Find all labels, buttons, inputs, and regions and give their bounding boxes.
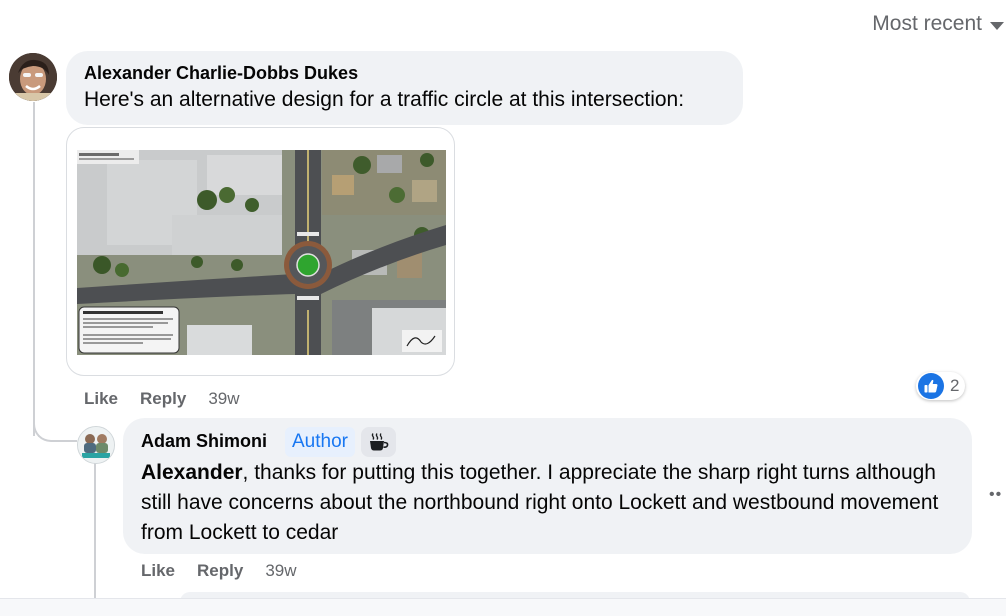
like-button[interactable]: Like [141,561,175,581]
more-options-icon[interactable]: •• [989,486,1002,504]
comment-bubble: Alexander Charlie-Dobbs Dukes Here's an … [66,51,743,125]
comment-text: Alexander, thanks for putting this toget… [141,458,941,548]
thread-connector [33,406,77,442]
author-badge: Author [285,427,355,457]
coffee-icon[interactable] [361,427,396,457]
thread-line-reply [94,462,96,602]
comment-author[interactable]: Adam Shimoni [141,431,267,452]
avatar[interactable] [77,426,115,464]
like-icon [918,373,944,399]
sort-label: Most recent [872,12,982,35]
reaction-count: 2 [950,376,960,395]
comment-timestamp[interactable]: 39w [265,561,296,581]
avatar[interactable] [9,53,57,101]
reaction-summary[interactable]: 2 [916,372,966,400]
comment-actions: Like Reply 39w [141,561,297,581]
chevron-down-icon [990,21,1004,30]
mention-link[interactable]: Alexander [141,461,243,484]
comment-timestamp[interactable]: 39w [208,389,239,409]
like-button[interactable]: Like [84,389,118,409]
reply-button[interactable]: Reply [197,561,243,581]
thread-line [33,102,35,436]
comment-actions: Like Reply 39w [84,389,240,409]
comment-author[interactable]: Alexander Charlie-Dobbs Dukes [84,63,358,84]
comment-text: Here's an alternative design for a traff… [84,88,685,111]
comment-composer-edge [0,598,1006,616]
comment-bubble: Adam Shimoni Author Alexander, thanks fo… [123,418,972,554]
sort-dropdown[interactable]: Most recent [872,10,1006,38]
image-attachment[interactable] [66,127,455,376]
traffic-circle-map-image [77,150,446,355]
comment-text-body: , thanks for putting this together. I ap… [141,461,939,544]
reply-button[interactable]: Reply [140,389,186,409]
